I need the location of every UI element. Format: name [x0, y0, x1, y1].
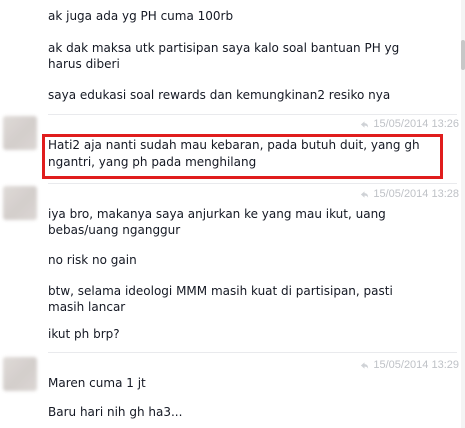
scrollbar-thumb[interactable] [461, 40, 465, 70]
message-text: masih lancar [48, 300, 126, 314]
timestamp-text: 15/05/2014 13:26 [373, 118, 459, 130]
reply-arrow-icon [361, 120, 369, 128]
timestamp-text: 15/05/2014 13:28 [373, 188, 459, 200]
message-text: no risk no gain [48, 253, 137, 267]
message-timestamp: 15/05/2014 13:29 [360, 357, 459, 373]
timestamp-text: 15/05/2014 13:29 [373, 359, 459, 371]
message-timestamp: 15/05/2014 13:26 [360, 116, 459, 132]
message-divider [48, 183, 457, 184]
highlight-box [42, 134, 443, 179]
avatar[interactable] [3, 116, 37, 150]
message-text: iya bro, makanya saya anjurkan ke yang m… [48, 207, 386, 221]
message-text: Maren cuma 1 jt [48, 376, 146, 390]
avatar[interactable] [3, 186, 37, 220]
message-text: btw, selama ideologi MMM masih kuat di p… [48, 284, 393, 298]
message-text: ak juga ada yg PH cuma 100rb [48, 9, 234, 23]
avatar[interactable] [3, 357, 37, 391]
message-text: ak dak maksa utk partisipan saya kalo so… [48, 41, 400, 55]
reply-arrow-icon [361, 190, 369, 198]
message-text: Baru hari nih gh ha3... [48, 405, 183, 419]
reply-arrow-icon [361, 361, 369, 369]
message-text: bebas/uang nganggur [48, 223, 181, 237]
message-divider [48, 352, 457, 353]
message-text: ikut ph brp? [48, 327, 120, 341]
message-divider [48, 114, 457, 115]
message-text: saya edukasi soal rewards dan kemungkina… [48, 88, 391, 102]
message-text: harus diberi [48, 57, 120, 71]
message-timestamp: 15/05/2014 13:28 [360, 186, 459, 202]
